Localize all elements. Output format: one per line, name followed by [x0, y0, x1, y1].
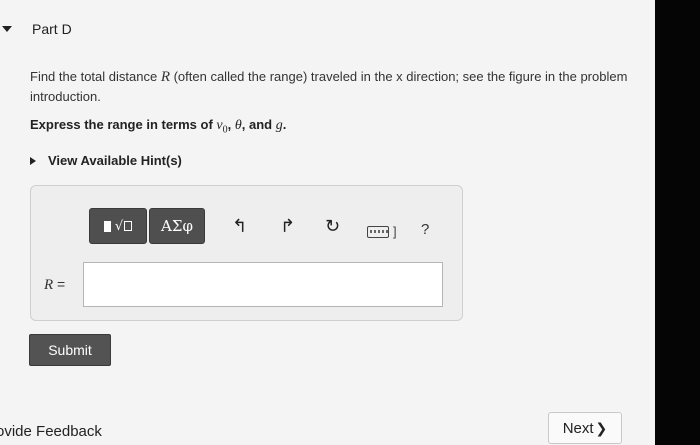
- part-title: Part D: [32, 21, 72, 37]
- equals-sign: =: [53, 276, 66, 292]
- next-button[interactable]: Next ❯: [548, 412, 622, 444]
- answer-instruction: Express the range in terms of v0, θ, and…: [30, 117, 286, 136]
- range-variable: R: [160, 69, 170, 85]
- provide-feedback-link[interactable]: ovide Feedback: [0, 423, 102, 440]
- part-header[interactable]: Part D: [0, 18, 72, 40]
- chevron-right-icon: ❯: [595, 419, 608, 436]
- problem-statement: Find the total distance R (often called …: [30, 67, 630, 106]
- answer-variable: R: [44, 277, 54, 293]
- undo-icon[interactable]: ↰: [232, 217, 247, 235]
- problem-text-start: Find the total distance: [30, 69, 161, 84]
- assignment-page: Part D Find the total distance R (often …: [0, 0, 700, 445]
- answer-label: R =: [44, 276, 65, 294]
- sqrt-glyph: √: [114, 218, 124, 234]
- greek-symbols-button[interactable]: ΑΣφ: [149, 208, 205, 244]
- instruction-sep: ,: [227, 117, 235, 132]
- templates-button[interactable]: √: [89, 208, 147, 244]
- view-hints-toggle[interactable]: View Available Hint(s): [30, 153, 182, 168]
- submit-button[interactable]: Submit: [29, 334, 111, 366]
- redo-icon[interactable]: ↱: [280, 217, 295, 235]
- reset-icon[interactable]: ↻: [325, 217, 340, 235]
- keyboard-bracket: ]: [393, 224, 397, 239]
- expand-caret-icon: [30, 156, 36, 165]
- view-hints-label: View Available Hint(s): [48, 153, 182, 168]
- greek-icon: ΑΣφ: [161, 217, 193, 235]
- next-label: Next: [562, 419, 594, 437]
- keyboard-icon[interactable]: [367, 226, 389, 238]
- var-g: g: [275, 118, 283, 133]
- screen-edge: [655, 0, 700, 445]
- instruction-end: .: [282, 117, 287, 132]
- collapse-caret-icon[interactable]: [2, 26, 12, 32]
- instruction-sep: , and: [241, 117, 276, 132]
- var-theta: θ: [234, 118, 242, 133]
- templates-icon: [103, 220, 111, 232]
- answer-input[interactable]: [83, 262, 443, 307]
- help-icon[interactable]: ?: [421, 221, 429, 238]
- sqrt-icon: √: [114, 218, 133, 234]
- instruction-lead: Express the range in terms of: [30, 117, 217, 132]
